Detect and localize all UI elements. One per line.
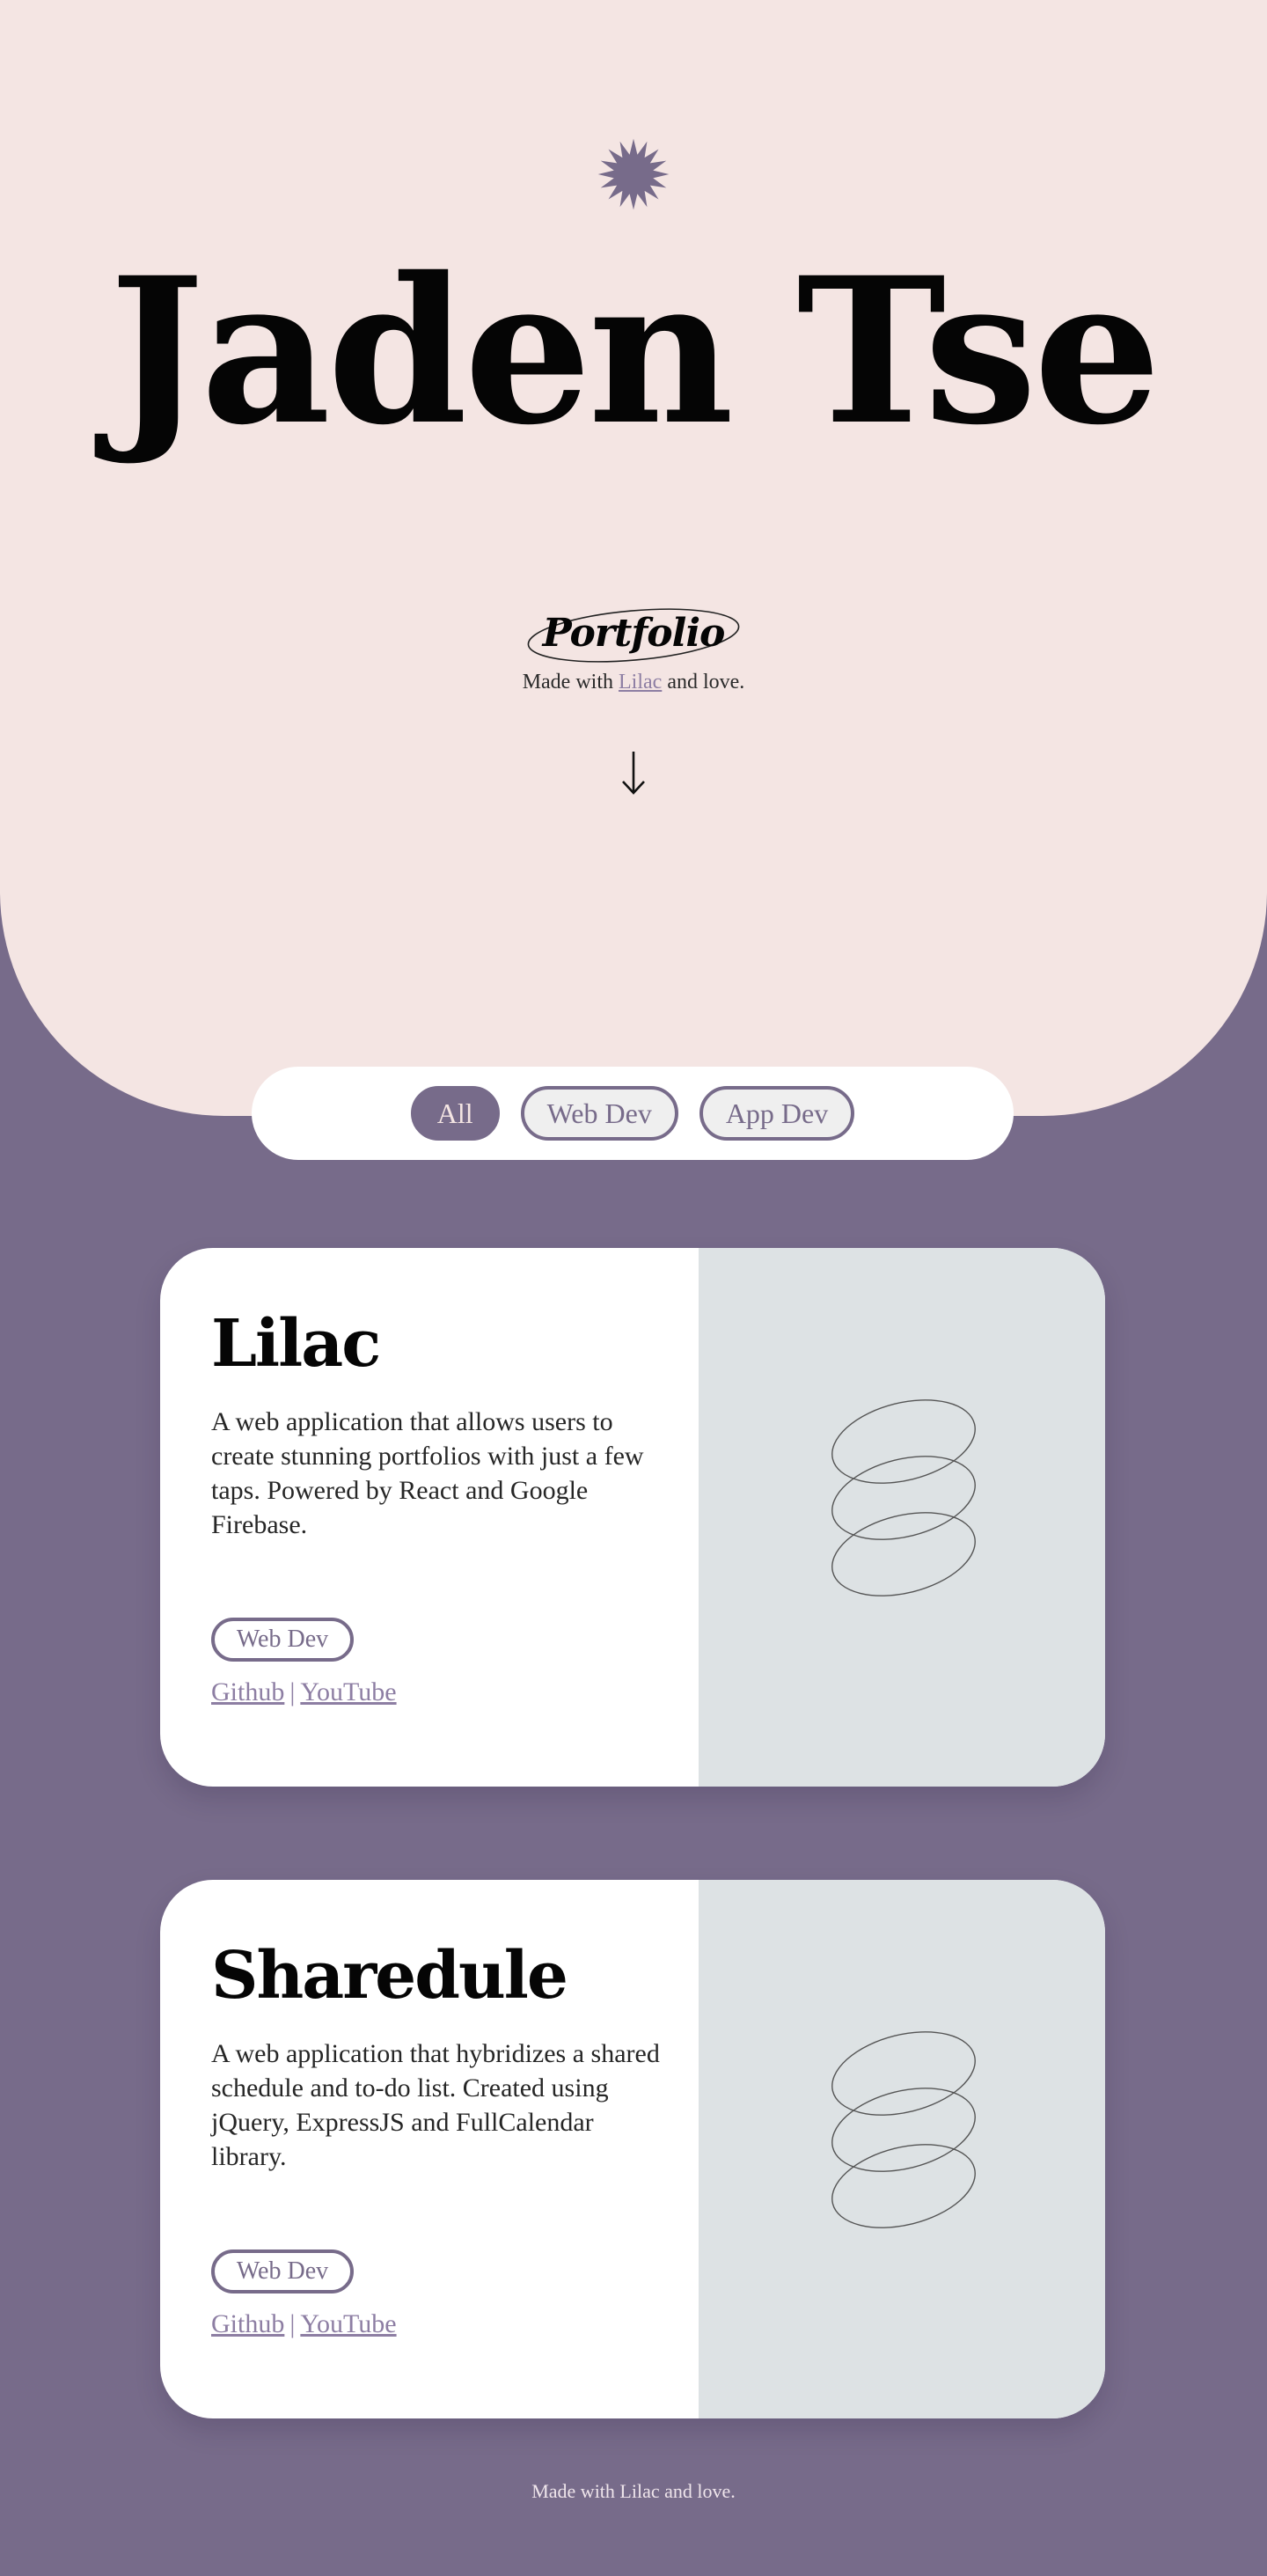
youtube-link[interactable]: YouTube xyxy=(300,1677,396,1706)
project-title: Sharedule xyxy=(211,1938,568,2014)
github-link[interactable]: Github xyxy=(211,1677,284,1706)
project-media xyxy=(699,1880,1105,2418)
made-with-prefix: Made with xyxy=(522,671,613,694)
made-with-suffix: and love. xyxy=(667,671,745,694)
filter-web-dev-button[interactable]: Web Dev xyxy=(520,1086,678,1141)
hero-section: Jaden Tse Portfolio Made with Lilac and … xyxy=(0,0,1267,1116)
made-with-line: Made with Lilac and love. xyxy=(0,671,1267,694)
project-card-lilac: Lilac A web application that allows user… xyxy=(160,1248,1105,1787)
project-description: A web application that hybridizes a shar… xyxy=(211,2039,660,2171)
project-card-sharedule: Sharedule A web application that hybridi… xyxy=(160,1880,1105,2418)
portfolio-badge: Portfolio xyxy=(526,605,741,665)
project-links: Github | YouTube xyxy=(211,1677,397,1707)
lilac-link[interactable]: Lilac xyxy=(619,671,662,694)
github-link[interactable]: Github xyxy=(211,2309,284,2338)
link-separator: | xyxy=(289,2309,296,2338)
youtube-link[interactable]: YouTube xyxy=(300,2309,396,2338)
footer-text: Made with Lilac and love. xyxy=(531,2480,736,2502)
link-separator: | xyxy=(289,1677,296,1706)
stacked-rings-icon xyxy=(831,1399,976,1596)
project-tag[interactable]: Web Dev xyxy=(211,1618,354,1662)
project-media xyxy=(699,1248,1105,1787)
filter-all-button[interactable]: All xyxy=(410,1086,500,1141)
project-links: Github | YouTube xyxy=(211,2309,397,2339)
filter-bar: All Web Dev App Dev xyxy=(252,1067,1014,1160)
project-tag[interactable]: Web Dev xyxy=(211,2249,354,2293)
project-description: A web application that allows users to c… xyxy=(211,1407,644,1539)
portfolio-label: Portfolio xyxy=(542,611,726,656)
hero-name: Jaden Tse xyxy=(109,233,1161,469)
arrow-down-icon[interactable] xyxy=(616,748,651,797)
filter-app-dev-button[interactable]: App Dev xyxy=(699,1086,855,1141)
star-burst-icon xyxy=(597,138,670,210)
project-title: Lilac xyxy=(211,1306,381,1382)
stacked-rings-icon xyxy=(831,2031,976,2228)
